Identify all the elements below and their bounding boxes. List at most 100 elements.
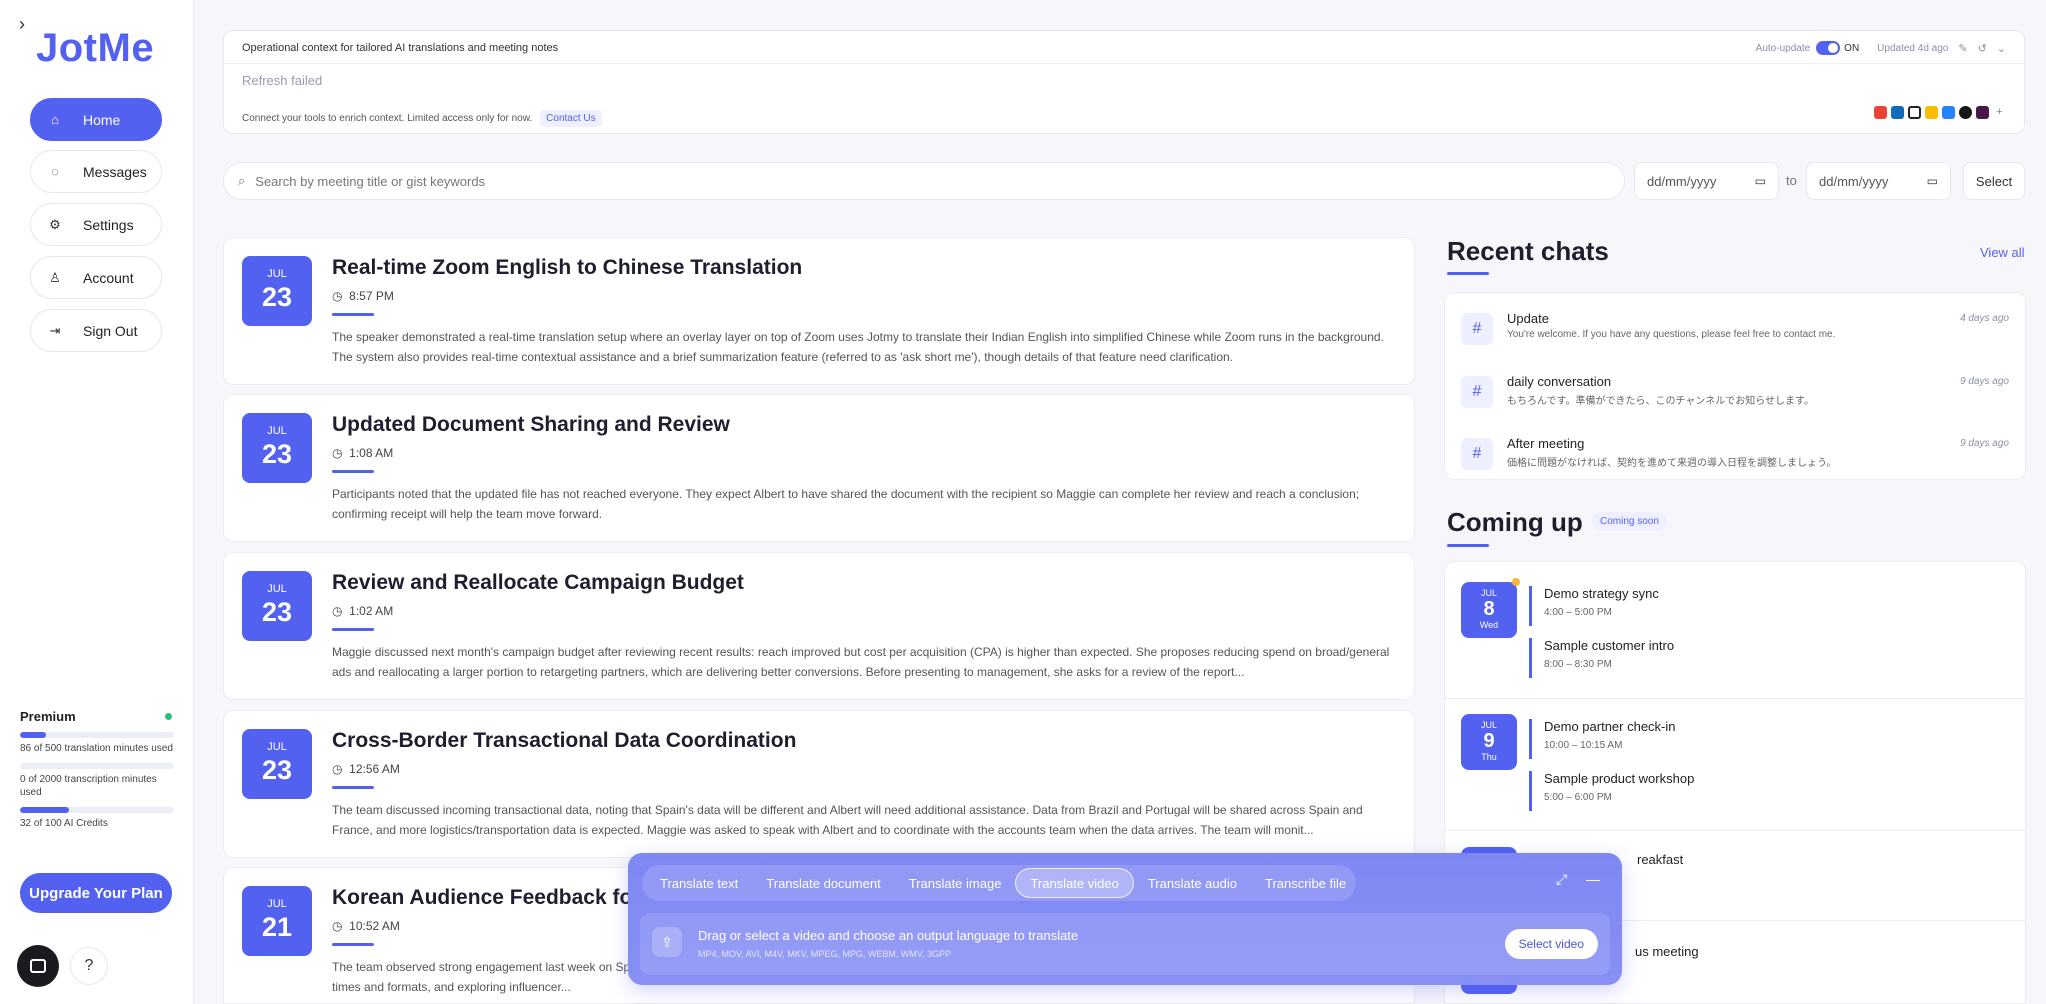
auto-update-state: ON <box>1844 42 1860 54</box>
notion-icon[interactable] <box>1908 106 1921 119</box>
chevron-down-icon[interactable]: ⌄ <box>1997 42 2006 55</box>
meeting-day: 23 <box>261 282 293 312</box>
event-item[interactable]: Sample customer intro 8:00 – 8:30 PM <box>1529 638 1889 678</box>
event-item[interactable]: reakfast <box>1625 852 1985 892</box>
transcription-usage-bar <box>20 763 174 769</box>
meeting-time: ◷ 1:02 AM <box>332 604 393 618</box>
sidebar-item-label: Home <box>83 111 121 128</box>
chat-name: daily conversation <box>1507 374 1612 389</box>
view-all-link[interactable]: View all <box>1980 245 2025 260</box>
google-drive-icon[interactable] <box>1925 106 1938 119</box>
upgrade-plan-button[interactable]: Upgrade Your Plan <box>20 873 172 913</box>
sidebar-item-sign-out[interactable]: ⇥ Sign Out <box>30 309 162 352</box>
title-underline <box>1447 544 1489 547</box>
calendar-icon[interactable]: ▭ <box>1755 174 1766 188</box>
video-drop-zone[interactable]: ⇪ Drag or select a video and choose an o… <box>640 913 1610 975</box>
clock-icon: ◷ <box>332 604 343 618</box>
updated-label: Updated 4d ago <box>1877 42 1949 54</box>
chat-item[interactable]: # After meeting 価格に問題がなければ、契約を進めて来週の導入日程… <box>1461 434 2009 482</box>
meeting-card[interactable]: JUL 23 Real-time Zoom English to Chinese… <box>223 237 1415 385</box>
meeting-date-badge: JUL 23 <box>242 571 312 641</box>
event-day: 8 <box>1483 598 1495 620</box>
notification-dot <box>1512 578 1520 586</box>
calendar-icon[interactable]: ▭ <box>1927 174 1938 188</box>
recent-chats-list: # Update You're welcome. If you have any… <box>1444 292 2026 480</box>
transcription-usage-label: 0 of 2000 transcription minutes used <box>20 774 157 798</box>
ai-credits-usage-label: 32 of 100 AI Credits <box>20 818 108 829</box>
meeting-date-badge: JUL 23 <box>242 256 312 326</box>
meeting-month: JUL <box>267 898 287 910</box>
sidebar-item-home[interactable]: ⌂ Home <box>30 98 162 141</box>
sidebar-item-label: Sign Out <box>83 322 138 339</box>
meeting-title[interactable]: Real-time Zoom English to Chinese Transl… <box>332 256 802 280</box>
sidebar: › JotMe ⌂ Home ◌ Messages ⚙ Settings ♙ A… <box>0 0 194 1004</box>
history-icon[interactable]: ↺ <box>1978 42 1987 55</box>
minimize-icon[interactable]: — <box>1586 871 1600 887</box>
chat-item[interactable]: # daily conversation もちろんです。準備ができたら、このチャ… <box>1461 372 2009 420</box>
context-panel: Operational context for tailored AI tran… <box>223 30 2025 134</box>
date-range-separator: to <box>1786 173 1797 188</box>
event-item[interactable]: Sample product workshop 5:00 – 6:00 PM <box>1529 771 1889 811</box>
tab-translate-image[interactable]: Translate image <box>895 868 1016 898</box>
slack-icon[interactable] <box>1976 106 1989 119</box>
event-item[interactable]: Demo strategy sync 4:00 – 5:00 PM <box>1529 586 1889 626</box>
contact-us-button[interactable]: Contact Us <box>540 110 602 127</box>
auto-update-toggle[interactable] <box>1816 41 1841 55</box>
event-month: JUL <box>1480 588 1497 598</box>
meeting-time: ◷ 12:56 AM <box>332 762 400 776</box>
chat-time: 9 days ago <box>1960 376 2009 387</box>
tab-transcribe-file[interactable]: Transcribe file <box>1251 868 1360 898</box>
meeting-time-value: 10:52 AM <box>349 919 400 933</box>
event-time: 8:00 – 8:30 PM <box>1544 659 1612 670</box>
date-from-field[interactable]: dd/mm/yyyy ▭ <box>1634 162 1779 200</box>
user-icon: ♙ <box>49 269 61 285</box>
date-to-field[interactable]: dd/mm/yyyy ▭ <box>1806 162 1951 200</box>
more-integrations-icon[interactable]: + <box>1993 106 2006 119</box>
meeting-title[interactable]: Korean Audience Feedback fo <box>332 886 632 910</box>
search-input[interactable] <box>255 173 1556 189</box>
meeting-title[interactable]: Review and Reallocate Campaign Budget <box>332 571 744 595</box>
sidebar-item-label: Account <box>83 269 134 286</box>
date-select-button[interactable]: Select <box>1963 162 2025 200</box>
meeting-month: JUL <box>267 741 287 753</box>
edit-icon[interactable]: ✎ <box>1958 42 1967 55</box>
meeting-title[interactable]: Cross-Border Transactional Data Coordina… <box>332 729 796 753</box>
sidebar-item-label: Messages <box>83 163 147 180</box>
chat-item[interactable]: # Update You're welcome. If you have any… <box>1461 309 2009 357</box>
tab-translate-document[interactable]: Translate document <box>752 868 894 898</box>
meeting-card[interactable]: JUL 23 Cross-Border Transactional Data C… <box>223 710 1415 858</box>
tab-translate-audio[interactable]: Translate audio <box>1134 868 1251 898</box>
sidebar-toggle-icon[interactable]: › <box>10 12 34 36</box>
connect-text: Connect your tools to enrich context. Li… <box>242 113 533 124</box>
expand-icon[interactable]: ⤢ <box>1556 871 1567 888</box>
divider <box>224 63 2024 64</box>
jira-icon[interactable] <box>1942 106 1955 119</box>
meeting-card[interactable]: JUL 23 Updated Document Sharing and Revi… <box>223 394 1415 542</box>
gmail-icon[interactable] <box>1874 106 1887 119</box>
tab-translate-video[interactable]: Translate video <box>1015 868 1134 898</box>
meeting-date-badge: JUL 21 <box>242 886 312 956</box>
tab-translate-text[interactable]: Translate text <box>646 868 752 898</box>
meeting-time-value: 8:57 PM <box>349 289 394 303</box>
github-icon[interactable] <box>1959 106 1972 119</box>
message-icon: ◌ <box>51 164 59 179</box>
sidebar-item-messages[interactable]: ◌ Messages <box>30 150 162 193</box>
meeting-card[interactable]: JUL 23 Review and Reallocate Campaign Bu… <box>223 552 1415 700</box>
sidebar-item-account[interactable]: ♙ Account <box>30 256 162 299</box>
event-title: reakfast <box>1637 852 1684 867</box>
meeting-day: 23 <box>261 439 293 469</box>
meeting-title[interactable]: Updated Document Sharing and Review <box>332 413 730 437</box>
meeting-month: JUL <box>267 583 287 595</box>
connect-tools-row: Connect your tools to enrich context. Li… <box>242 110 602 127</box>
select-video-button[interactable]: Select video <box>1504 929 1598 959</box>
sign-out-icon: ⇥ <box>49 322 61 338</box>
event-item[interactable]: us meeting <box>1623 944 1983 984</box>
support-chat-button[interactable] <box>17 945 59 987</box>
meeting-time: ◷ 10:52 AM <box>332 919 400 933</box>
chat-time: 9 days ago <box>1960 438 2009 449</box>
help-button[interactable]: ? <box>70 947 108 985</box>
context-title: Operational context for tailored AI tran… <box>242 42 559 54</box>
sidebar-item-settings[interactable]: ⚙ Settings <box>30 203 162 246</box>
event-item[interactable]: Demo partner check-in 10:00 – 10:15 AM <box>1529 719 1889 759</box>
outlook-icon[interactable] <box>1891 106 1904 119</box>
